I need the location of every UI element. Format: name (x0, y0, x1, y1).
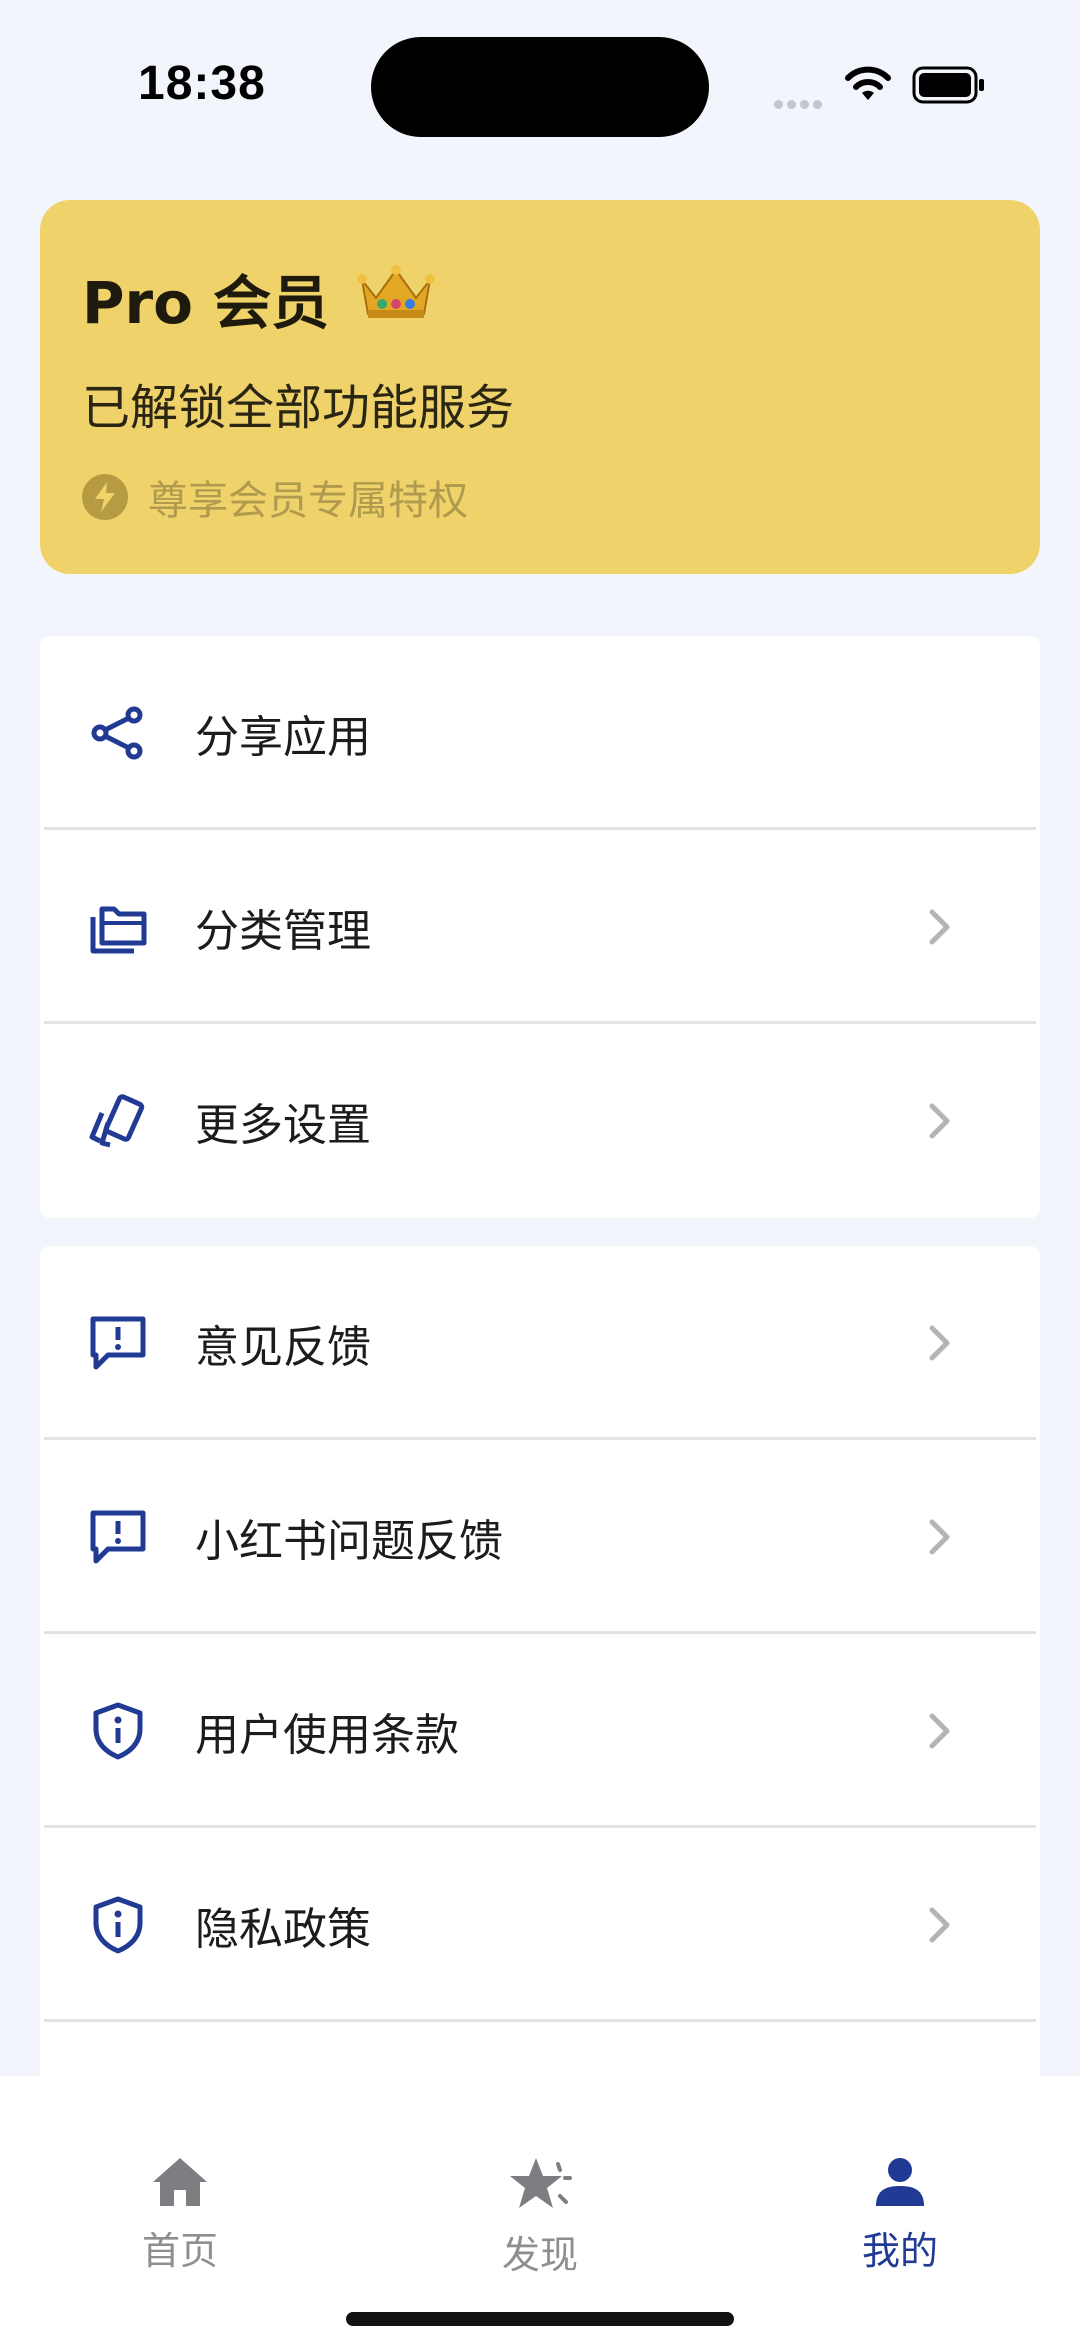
signal-dots-icon (774, 94, 826, 113)
tab-label: 首页 (141, 2229, 218, 2273)
pro-subtitle: 已解锁全部功能服务 (82, 380, 515, 436)
feedback-icon (90, 1510, 146, 1564)
chevron-right-icon (929, 1519, 950, 1555)
wifi-icon (845, 66, 891, 100)
menu-item-label: 更多设置 (195, 1100, 371, 1151)
home-indicator[interactable] (346, 2312, 734, 2326)
menu-item-more-settings[interactable]: 更多设置 (40, 1024, 1040, 1218)
person-icon (876, 2158, 924, 2206)
chevron-right-icon (929, 1907, 950, 1943)
menu-item-terms-of-use[interactable]: 用户使用条款 (40, 1634, 1040, 1828)
shield-info-icon (93, 1896, 143, 1954)
settings-section-2: 意见反馈 小红书问题反馈 用户使用条款 隐私政策 (40, 1246, 1040, 2076)
tab-bar: 首页 发现 我的 (0, 2076, 1080, 2348)
tab-label: 我的 (861, 2229, 938, 2273)
cards-icon (89, 1094, 145, 1148)
status-time: 18:38 (138, 57, 266, 110)
divider (44, 2019, 1036, 2022)
pro-title: Pro 会员 (82, 269, 330, 337)
battery-icon (912, 66, 984, 104)
menu-item-label: 分享应用 (195, 712, 371, 763)
menu-item-label: 用户使用条款 (195, 1710, 459, 1761)
menu-item-label: 分类管理 (195, 906, 371, 957)
chevron-right-icon (929, 1713, 950, 1749)
tab-discover[interactable]: 发现 (440, 2156, 640, 2279)
share-icon (91, 706, 143, 760)
menu-item-feedback[interactable]: 意见反馈 (40, 1246, 1040, 1440)
menu-item-xiaohongshu-feedback[interactable]: 小红书问题反馈 (40, 1440, 1040, 1634)
shield-info-icon (93, 1702, 143, 1760)
folder-icon (90, 906, 147, 954)
menu-item-privacy-policy[interactable]: 隐私政策 (40, 1828, 1040, 2022)
tab-home[interactable]: 首页 (80, 2156, 280, 2275)
settings-section-1: 分享应用 分类管理 更多设置 (40, 636, 1040, 1218)
bolt-icon (82, 474, 128, 520)
menu-item-label: 意见反馈 (195, 1322, 371, 1373)
status-bar: 18:38 (0, 0, 1080, 150)
pro-note-text: 尊享会员专属特权 (148, 478, 468, 524)
tab-label: 发现 (501, 2233, 578, 2277)
chevron-right-icon (929, 1103, 950, 1139)
pro-note: 尊享会员专属特权 (82, 468, 468, 526)
chevron-right-icon (929, 1325, 950, 1361)
feedback-icon (90, 1316, 146, 1370)
home-icon (153, 2158, 207, 2206)
star-icon (510, 2158, 572, 2208)
chevron-right-icon (929, 909, 950, 945)
profile-page: 18:38 Pro 会员 已解锁全部功能服务 尊享会员专属特权 分享应用 分类管… (0, 0, 1080, 2348)
menu-item-label: 隐私政策 (195, 1904, 371, 1955)
crown-icon (357, 265, 435, 318)
menu-item-label: 小红书问题反馈 (195, 1516, 503, 1567)
dynamic-island (371, 37, 709, 137)
menu-item-share-app[interactable]: 分享应用 (40, 636, 1040, 830)
menu-item-category-management[interactable]: 分类管理 (40, 830, 1040, 1024)
tab-mine[interactable]: 我的 (800, 2156, 1000, 2275)
pro-membership-card[interactable]: Pro 会员 已解锁全部功能服务 尊享会员专属特权 (40, 200, 1040, 574)
